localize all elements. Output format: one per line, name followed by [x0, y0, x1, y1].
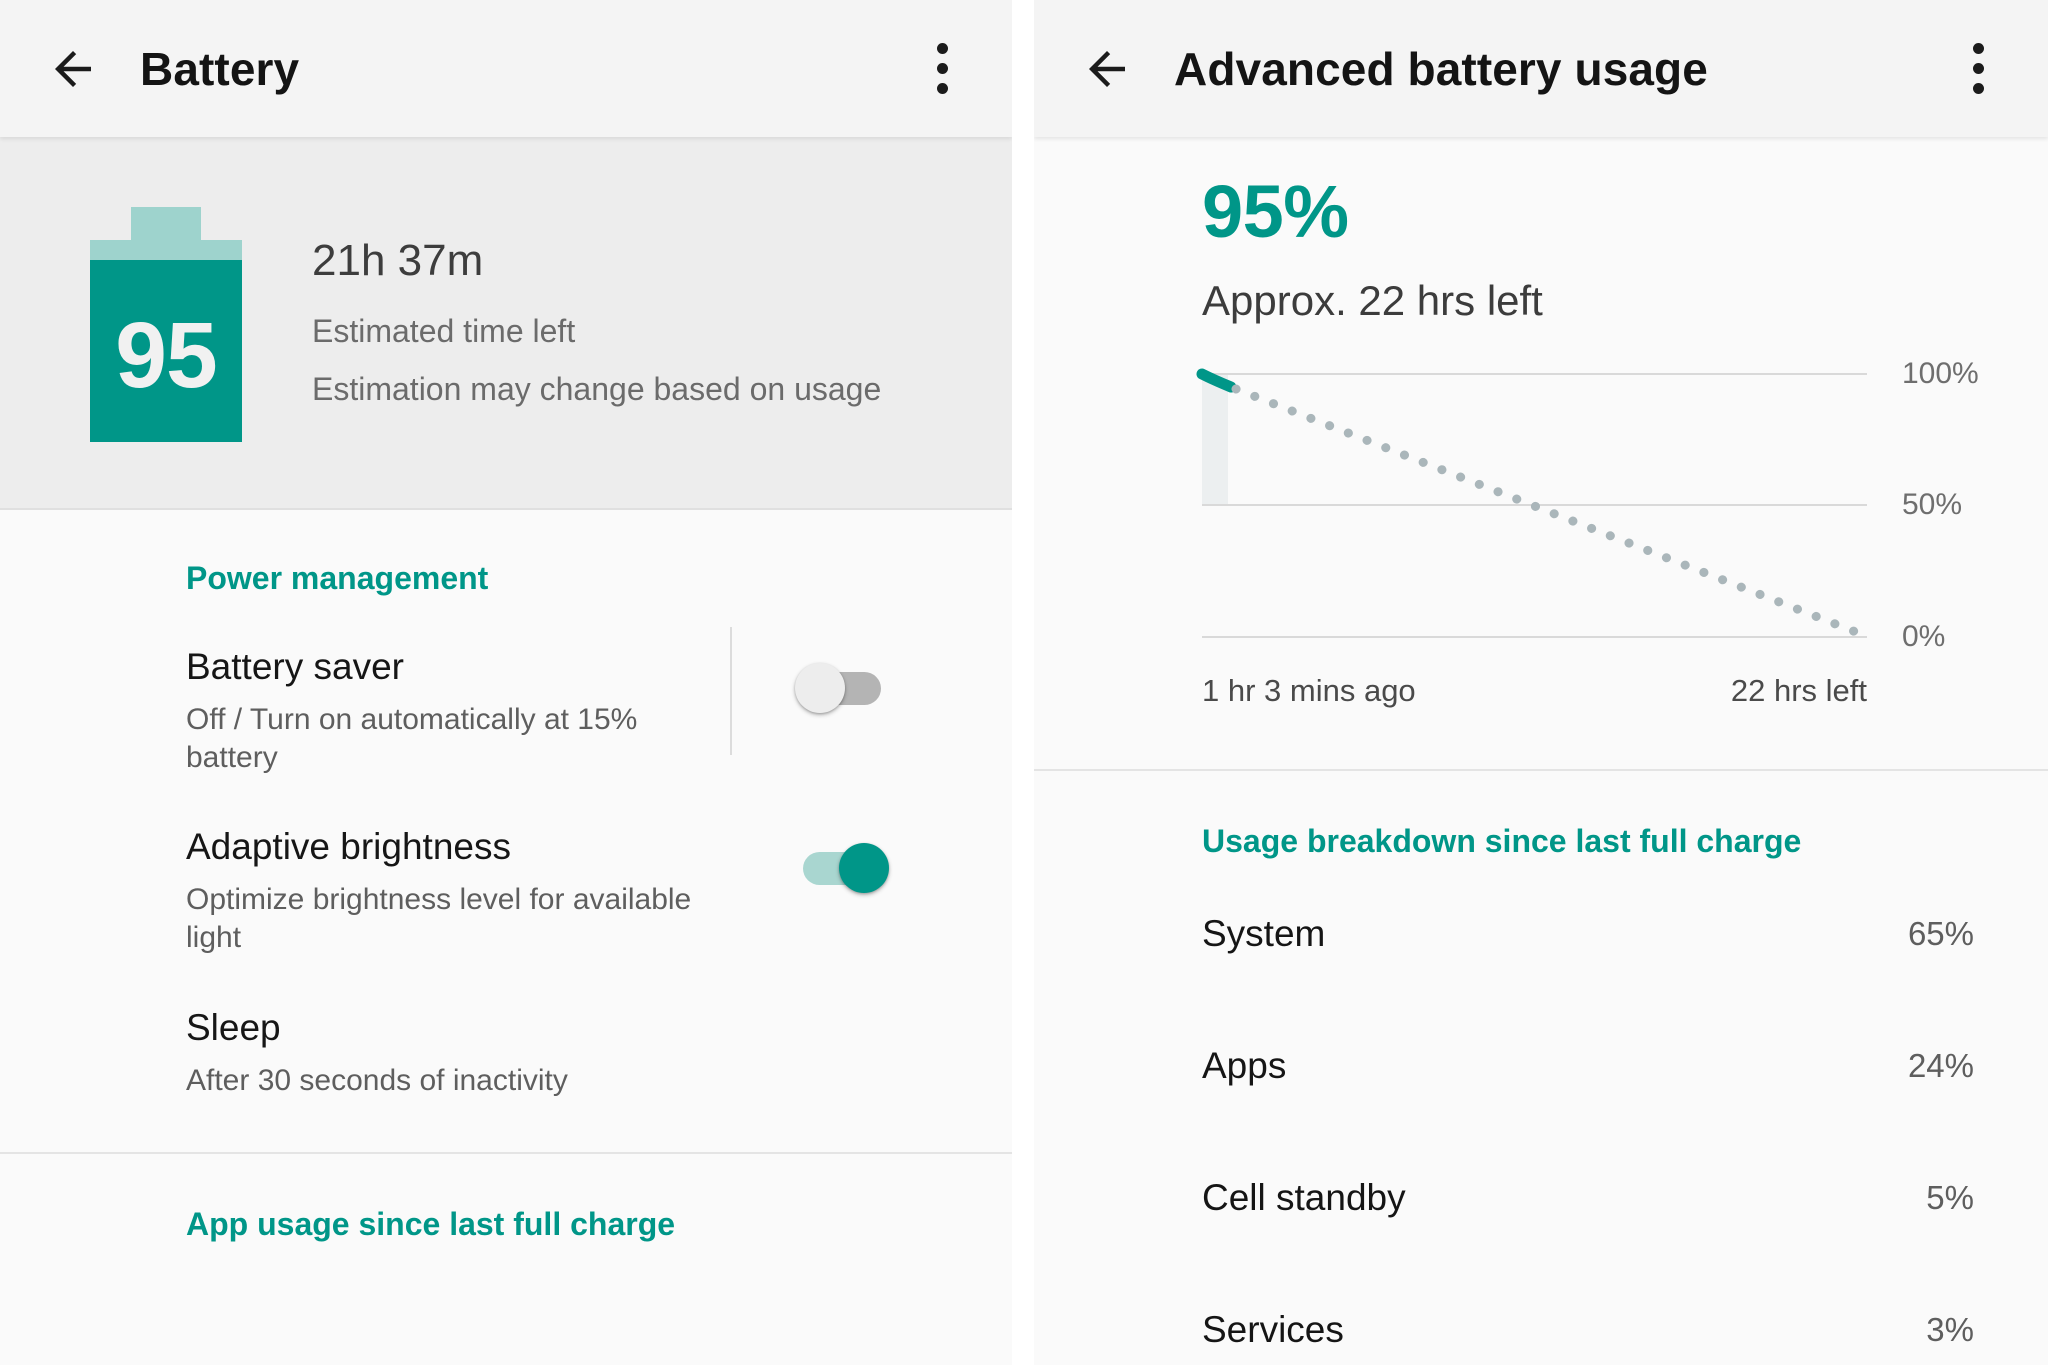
- back-button[interactable]: [34, 30, 112, 108]
- dual-screenshot-root: Battery 95 21h 37m Estimated time left E…: [0, 0, 2048, 1365]
- estimation-disclaimer: Estimation may change based on usage: [312, 371, 882, 408]
- chart-plot-area: 100% 50% 0%: [1196, 357, 1979, 653]
- usage-value: 24%: [1907, 1046, 1974, 1084]
- battery-saver-toggle[interactable]: [795, 663, 889, 713]
- usage-name: Cell standby: [1202, 1176, 1406, 1218]
- more-vertical-icon-dot: [1972, 63, 1984, 74]
- pref-control-wrap: [712, 1006, 972, 1024]
- battery-headline: 95% Approx. 22 hrs left: [1034, 137, 2048, 323]
- vertical-divider: [730, 627, 732, 755]
- usage-row-services[interactable]: Services 3%: [1034, 1264, 2048, 1365]
- pref-row-battery-saver[interactable]: Battery saver Off / Turn on automaticall…: [0, 597, 1012, 777]
- left-app-bar: Battery: [0, 0, 1012, 137]
- battery-icon-cap: [131, 207, 201, 240]
- toggle-thumb: [839, 843, 889, 894]
- toggle-thumb: [795, 663, 845, 713]
- back-button[interactable]: [1068, 30, 1146, 108]
- advanced-usage-body: 95% Approx. 22 hrs left 100% 50% 0% 1 hr…: [1034, 137, 2048, 1365]
- arrow-left-icon: [46, 42, 100, 96]
- battery-summary-text: 21h 37m Estimated time left Estimation m…: [312, 238, 881, 406]
- page-title: Advanced battery usage: [1174, 42, 1708, 95]
- pref-title-battery-saver: Battery saver: [186, 646, 404, 687]
- usage-name: Services: [1202, 1308, 1344, 1350]
- battery-icon-body: 95: [90, 260, 242, 442]
- usage-row-apps[interactable]: Apps 24%: [1034, 1000, 2048, 1132]
- panel-gap: [1012, 0, 1034, 1365]
- estimated-time-label: Estimated time left: [312, 312, 576, 349]
- battery-approx-remaining: Approx. 22 hrs left: [1202, 276, 1543, 324]
- pref-title-adaptive-brightness: Adaptive brightness: [186, 826, 511, 868]
- battery-icon-shoulder: [90, 240, 242, 260]
- pref-texts: Adaptive brightness Optimize brightness …: [186, 825, 712, 957]
- arrow-left-icon: [1080, 42, 1134, 96]
- chart-lines: [1196, 368, 1871, 641]
- right-app-bar: Advanced battery usage: [1034, 0, 2048, 137]
- battery-settings-panel: Battery 95 21h 37m Estimated time left E…: [0, 0, 1012, 1365]
- estimated-time-value: 21h 37m: [312, 236, 484, 286]
- more-vertical-icon-dot: [936, 83, 948, 94]
- battery-projection-chart: 100% 50% 0% 1 hr 3 mins ago 22 hrs left: [1034, 357, 2048, 708]
- overflow-menu-button[interactable]: [906, 33, 978, 105]
- usage-value: 65%: [1907, 914, 1974, 952]
- chart-x-axis-labels: 1 hr 3 mins ago 22 hrs left: [1202, 673, 1867, 709]
- usage-value: 3%: [1926, 1310, 1974, 1348]
- usage-breakdown-header: Usage breakdown since last full charge: [1202, 822, 1802, 859]
- more-vertical-icon-dot: [936, 63, 948, 74]
- overflow-menu-button[interactable]: [1942, 33, 2014, 105]
- pref-row-sleep[interactable]: Sleep After 30 seconds of inactivity: [0, 958, 1012, 1100]
- page-title: Battery: [140, 42, 300, 95]
- app-usage-link[interactable]: App usage since last full charge: [0, 1154, 1012, 1243]
- pref-subtitle-adaptive-brightness: Optimize brightness level for available …: [186, 883, 692, 955]
- battery-level-value: 95: [115, 302, 217, 407]
- pref-control-wrap: [712, 825, 972, 894]
- adaptive-brightness-toggle[interactable]: [795, 843, 889, 894]
- pref-texts: Battery saver Off / Turn on automaticall…: [186, 645, 712, 777]
- projection-line: [1231, 384, 1871, 641]
- y-tick-label-100: 100%: [1902, 356, 1979, 390]
- usage-value: 5%: [1926, 1178, 1974, 1216]
- advanced-battery-usage-panel: Advanced battery usage 95% Approx. 22 hr…: [1034, 0, 2048, 1365]
- pref-subtitle-sleep: After 30 seconds of inactivity: [186, 1063, 568, 1097]
- history-line: [1196, 368, 1237, 393]
- power-management-list: Battery saver Off / Turn on automaticall…: [0, 597, 1012, 1100]
- usage-row-system[interactable]: System 65%: [1034, 868, 2048, 1000]
- x-tick-label-end: 22 hrs left: [1730, 672, 1867, 708]
- usage-name: Apps: [1202, 1044, 1287, 1086]
- usage-breakdown-list: System 65% Apps 24% Cell standby 5% Serv…: [1034, 860, 2048, 1365]
- pref-control-wrap: [712, 627, 972, 755]
- more-vertical-icon-dot: [1972, 43, 1984, 54]
- usage-row-cell-standby[interactable]: Cell standby 5%: [1034, 1132, 2048, 1264]
- pref-texts: Sleep After 30 seconds of inactivity: [186, 1006, 712, 1100]
- pref-row-adaptive-brightness[interactable]: Adaptive brightness Optimize brightness …: [0, 777, 1012, 957]
- y-tick-label-50: 50%: [1902, 487, 1963, 521]
- x-tick-label-start: 1 hr 3 mins ago: [1202, 672, 1416, 708]
- more-vertical-icon-dot: [936, 43, 948, 54]
- battery-percent-headline: 95%: [1202, 170, 1349, 253]
- battery-summary-card: 95 21h 37m Estimated time left Estimatio…: [0, 137, 1012, 510]
- usage-name: System: [1202, 912, 1326, 954]
- power-management-header: Power management: [186, 560, 489, 596]
- more-vertical-icon-dot: [1972, 83, 1984, 94]
- pref-title-sleep: Sleep: [186, 1006, 281, 1048]
- battery-icon: 95: [90, 207, 242, 442]
- pref-subtitle-battery-saver: Off / Turn on automatically at 15% batte…: [186, 702, 638, 775]
- y-tick-label-0: 0%: [1902, 619, 1946, 653]
